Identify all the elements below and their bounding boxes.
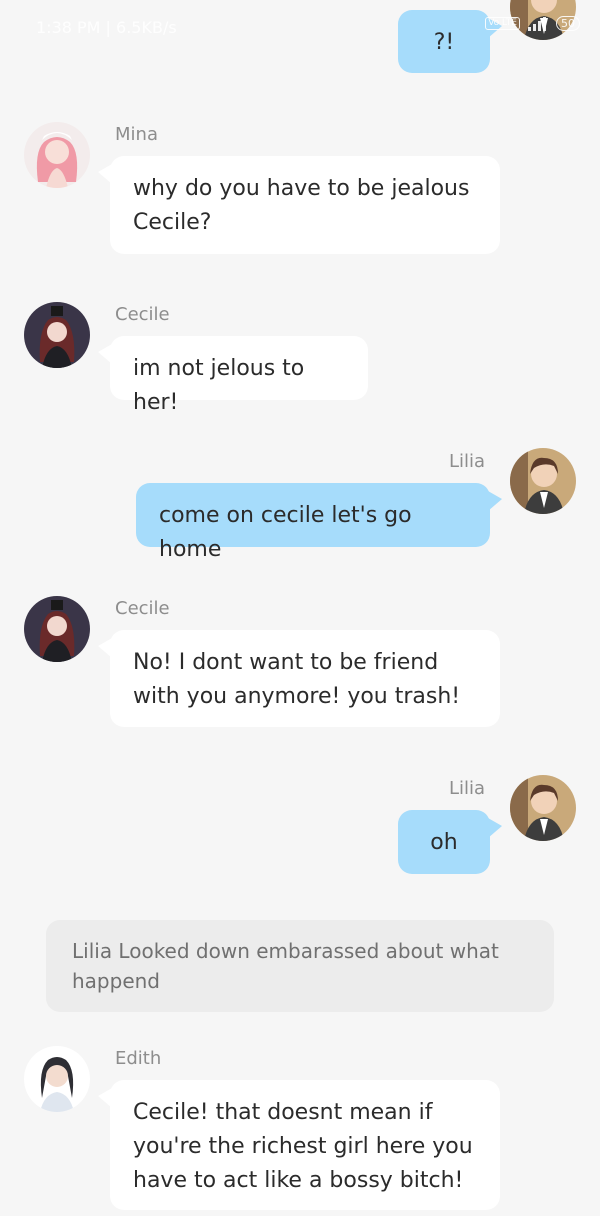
lilia-avatar[interactable] xyxy=(510,448,576,514)
message-bubble[interactable]: No! I dont want to be friend with you an… xyxy=(98,630,500,727)
mina-avatar[interactable] xyxy=(24,122,90,188)
narration-box: Lilia Looked down embarassed about what … xyxy=(46,920,554,1012)
bubble-tail xyxy=(98,1088,112,1108)
cecile-avatar-icon xyxy=(24,596,90,662)
edith-avatar-icon xyxy=(24,1046,90,1112)
status-bar: 1:38 PM | 6.5KB/s Vo LTE 50 xyxy=(36,14,580,42)
cecile-avatar[interactable] xyxy=(24,302,90,368)
message-bubble[interactable]: why do you have to be jealous Cecile? xyxy=(98,156,500,254)
bubble-tail xyxy=(98,164,112,184)
edith-avatar[interactable] xyxy=(24,1046,90,1112)
message-text: Cecile! that doesnt mean if you're the r… xyxy=(133,1100,473,1193)
message-bubble[interactable]: Cecile! that doesnt mean if you're the r… xyxy=(98,1080,500,1210)
volte-icon: Vo LTE xyxy=(485,17,520,30)
bubble-tail xyxy=(488,491,502,511)
sender-name: Lilia xyxy=(448,451,485,472)
message-bubble[interactable]: oh xyxy=(398,810,502,874)
status-icons: Vo LTE 50 xyxy=(485,16,580,31)
lilia-avatar-icon xyxy=(510,775,576,841)
bubble-tail xyxy=(98,344,112,364)
message-bubble[interactable]: im not jelous to her! xyxy=(98,336,368,415)
mina-avatar-icon xyxy=(24,122,90,188)
sender-name: Edith xyxy=(115,1048,162,1069)
cecile-avatar-icon xyxy=(24,302,90,368)
message-bubble[interactable]: come on cecile let's go home xyxy=(136,483,502,562)
lilia-avatar[interactable] xyxy=(510,775,576,841)
narration-text: Lilia Looked down embarassed about what … xyxy=(72,939,499,993)
bubble-tail xyxy=(488,818,502,838)
lilia-avatar-icon xyxy=(510,448,576,514)
cecile-avatar[interactable] xyxy=(24,596,90,662)
sender-name: Mina xyxy=(115,124,158,145)
message-text: why do you have to be jealous Cecile? xyxy=(133,176,470,235)
sender-name: Cecile xyxy=(115,304,170,325)
message-text: oh xyxy=(430,830,458,855)
status-time: 1:38 PM | 6.5KB/s xyxy=(36,18,177,37)
bubble-tail xyxy=(98,638,112,658)
sender-name: Lilia xyxy=(448,778,485,799)
message-text: im not jelous to her! xyxy=(133,356,305,415)
signal-icon xyxy=(528,16,546,31)
message-text: No! I dont want to be friend with you an… xyxy=(133,650,461,709)
sender-name: Cecile xyxy=(115,598,170,619)
message-text: come on cecile let's go home xyxy=(159,503,412,562)
battery-icon: 50 xyxy=(556,16,580,31)
